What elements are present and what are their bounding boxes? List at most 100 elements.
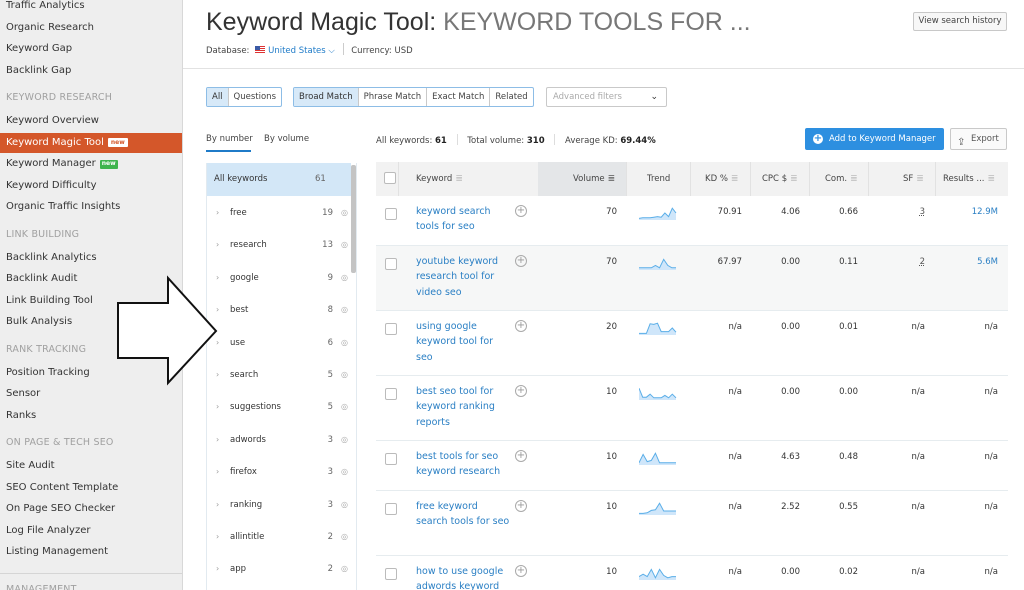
group-item[interactable]: › firefox 3 ◎ [207,462,351,482]
select-all-checkbox[interactable] [384,172,396,184]
row-checkbox[interactable] [385,323,397,335]
group-item[interactable]: › app 2 ◎ [207,559,351,579]
eye-icon[interactable]: ◎ [341,300,348,320]
chevron-right-icon[interactable]: › [216,300,219,320]
sidebar-item-keyword-magic-tool[interactable]: Keyword Magic Tool new [0,132,182,153]
eye-icon[interactable]: ◎ [341,397,348,417]
chevron-right-icon[interactable]: › [216,430,219,450]
sort-icon[interactable]: ≣ [916,174,924,184]
add-to-keyword-manager-button[interactable]: + Add to Keyword Manager [805,128,944,150]
export-button[interactable]: ⇪ Export [950,128,1007,150]
eye-icon[interactable]: ◎ [341,559,348,579]
keyword-link[interactable]: using google keyword tool for seo [416,319,511,365]
tab-broad-match[interactable]: Broad Match [294,88,359,106]
tab-by-volume[interactable]: By volume [264,134,309,144]
sort-icon[interactable]: ≣ [608,174,616,184]
column-sf[interactable]: SF ≣ [903,162,924,196]
sidebar-item-organic-traffic-insights[interactable]: Organic Traffic Insights [0,197,182,217]
group-item[interactable]: › ranking 3 ◎ [207,495,351,515]
plus-circle-icon[interactable]: + [515,205,527,217]
group-item[interactable]: › free 19 ◎ [207,203,351,223]
tab-exact-match[interactable]: Exact Match [427,88,491,106]
group-item[interactable]: › research 13 ◎ [207,235,351,255]
column-cpc[interactable]: CPC $ ≣ [762,162,798,196]
sidebar-item-on-page-seo-checker[interactable]: On Page SEO Checker [0,499,182,519]
chevron-right-icon[interactable]: › [216,333,219,353]
chevron-down-icon[interactable]: ⌵ [328,46,334,56]
chevron-right-icon[interactable]: › [216,365,219,385]
database-select[interactable]: United States ⌵ [268,46,335,56]
chevron-right-icon[interactable]: › [216,495,219,515]
tab-all[interactable]: All [207,88,229,106]
eye-icon[interactable]: ◎ [341,365,348,385]
groups-scrollbar[interactable] [351,165,356,273]
keyword-link[interactable]: free keyword search tools for seo [416,499,511,530]
sidebar-item-organic-research[interactable]: Organic Research [0,18,182,38]
chevron-right-icon[interactable]: › [216,268,219,288]
group-item[interactable]: › adwords 3 ◎ [207,430,351,450]
sidebar-item-keyword-overview[interactable]: Keyword Overview [0,111,182,131]
tab-by-number[interactable]: By number [206,134,253,144]
sort-icon[interactable]: ≣ [731,174,739,184]
sidebar-item-site-audit[interactable]: Site Audit [0,456,182,476]
chevron-right-icon[interactable]: › [216,397,219,417]
row-checkbox[interactable] [385,453,397,465]
sidebar-item-backlink-gap[interactable]: Backlink Gap [0,61,182,81]
advanced-filters-dropdown[interactable]: Advanced filters ⌄ [546,87,667,107]
results-value[interactable]: 5.6M [961,255,998,270]
plus-circle-icon[interactable]: + [515,500,527,512]
plus-circle-icon[interactable]: + [515,320,527,332]
sidebar-item-seo-content-template[interactable]: SEO Content Template [0,478,182,498]
keyword-link[interactable]: keyword search tools for seo [416,204,511,235]
chevron-right-icon[interactable]: › [216,462,219,482]
chevron-right-icon[interactable]: › [216,203,219,223]
results-value[interactable]: 12.9M [961,205,998,220]
sidebar-item-keyword-gap[interactable]: Keyword Gap [0,39,182,59]
group-item[interactable]: › use 6 ◎ [207,333,351,353]
keyword-link[interactable]: best seo tool for keyword ranking report… [416,384,511,430]
sidebar-item-bulk-analysis[interactable]: Bulk Analysis [0,312,182,332]
sort-icon[interactable]: ≣ [988,174,996,184]
group-item[interactable]: › search 5 ◎ [207,365,351,385]
row-checkbox[interactable] [385,258,397,270]
view-search-history-button[interactable]: View search history [913,12,1007,31]
eye-icon[interactable]: ◎ [341,430,348,450]
column-com[interactable]: Com. ≣ [825,162,858,196]
sidebar-item-position-tracking[interactable]: Position Tracking [0,363,182,383]
tab-phrase-match[interactable]: Phrase Match [359,88,428,106]
tab-related[interactable]: Related [490,88,532,106]
eye-icon[interactable]: ◎ [341,462,348,482]
eye-icon[interactable]: ◎ [341,333,348,353]
group-item[interactable]: › best 8 ◎ [207,300,351,320]
sort-icon[interactable]: ≣ [455,174,463,184]
column-kd[interactable]: KD % ≣ [705,162,738,196]
plus-circle-icon[interactable]: + [515,255,527,267]
plus-circle-icon[interactable]: + [515,385,527,397]
keyword-link[interactable]: youtube keyword research tool for video … [416,254,511,300]
sidebar-item-keyword-difficulty[interactable]: Keyword Difficulty [0,176,182,196]
plus-circle-icon[interactable]: + [515,565,527,577]
chevron-right-icon[interactable]: › [216,559,219,579]
database-value[interactable]: United States [268,46,326,56]
column-keyword[interactable]: Keyword ≣ [416,162,463,196]
column-volume[interactable]: Volume ≣ [573,162,615,196]
eye-icon[interactable]: ◎ [341,495,348,515]
sidebar-item-backlink-audit[interactable]: Backlink Audit [0,269,182,289]
eye-icon[interactable]: ◎ [341,235,348,255]
keyword-link[interactable]: how to use google adwords keyword [416,564,511,590]
column-results[interactable]: Results ... ≣ [943,162,995,196]
sort-icon[interactable]: ≣ [790,174,798,184]
row-checkbox[interactable] [385,568,397,580]
sidebar-item-keyword-manager[interactable]: Keyword Manager new [0,154,182,174]
plus-circle-icon[interactable]: + [515,450,527,462]
eye-icon[interactable]: ◎ [341,268,348,288]
sidebar-item-log-file-analyzer[interactable]: Log File Analyzer [0,521,182,541]
sidebar-item-ranks[interactable]: Ranks [0,406,182,426]
row-checkbox[interactable] [385,388,397,400]
sidebar-item-sensor[interactable]: Sensor [0,384,182,404]
sidebar-item-link-building-tool[interactable]: Link Building Tool [0,291,182,311]
eye-icon[interactable]: ◎ [341,203,348,223]
chevron-right-icon[interactable]: › [216,235,219,255]
tab-questions[interactable]: Questions [229,88,281,106]
eye-icon[interactable]: ◎ [341,527,348,547]
